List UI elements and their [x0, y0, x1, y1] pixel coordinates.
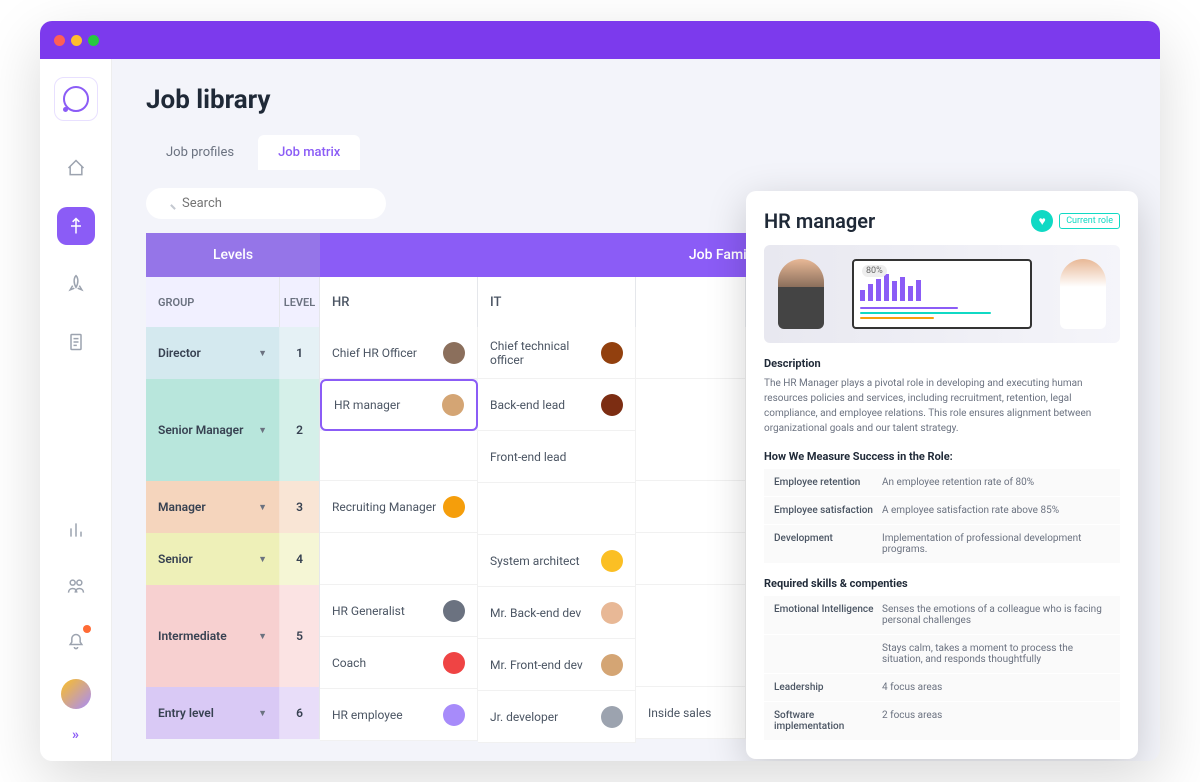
avatar-icon — [601, 654, 623, 676]
minimize-icon[interactable] — [71, 35, 82, 46]
detail-title: HR manager — [764, 209, 875, 233]
close-icon[interactable] — [54, 35, 65, 46]
skill-row: Leadership4 focus areas — [764, 674, 1120, 701]
success-metrics: Employee retentionAn employee retention … — [764, 469, 1120, 563]
level-4: 4 — [280, 533, 320, 585]
bell-icon[interactable] — [57, 623, 95, 661]
group-senior-manager[interactable]: Senior Manager▼ — [146, 379, 280, 481]
role-cto[interactable]: Chief technical officer — [478, 327, 636, 379]
role-backend-dev[interactable]: Mr. Back-end dev — [478, 587, 636, 639]
avatar-icon — [443, 496, 465, 518]
level-3: 3 — [280, 481, 320, 533]
avatar-icon — [601, 602, 623, 624]
level-5: 5 — [280, 585, 320, 687]
avatar-icon — [601, 394, 623, 416]
metric-row: Employee satisfactionA employee satisfac… — [764, 497, 1120, 524]
avatar-icon — [601, 342, 623, 364]
role-system-architect[interactable]: System architect — [478, 535, 636, 587]
chevron-down-icon: ▼ — [258, 708, 267, 719]
description-heading: Description — [764, 357, 1120, 370]
users-icon[interactable] — [57, 567, 95, 605]
level-6: 6 — [280, 687, 320, 739]
metric-row: DevelopmentImplementation of professiona… — [764, 525, 1120, 563]
tab-job-matrix[interactable]: Job matrix — [258, 135, 360, 170]
detail-image: 80% — [764, 245, 1120, 343]
document-icon[interactable] — [57, 323, 95, 361]
skills-table: Emotional IntelligenceSenses the emotion… — [764, 596, 1120, 740]
current-role-badge: Current role — [1059, 213, 1120, 229]
avatar-icon — [443, 342, 465, 364]
role-recruiting-manager[interactable]: Recruiting Manager — [320, 481, 478, 533]
role-hr-employee[interactable]: HR employee — [320, 689, 478, 741]
group-header: GROUP — [146, 277, 280, 327]
role-frontend-lead[interactable]: Front-end lead — [478, 431, 636, 483]
maximize-icon[interactable] — [88, 35, 99, 46]
role-empty[interactable] — [636, 379, 746, 481]
group-director[interactable]: Director▼ — [146, 327, 280, 379]
sidebar: » — [40, 59, 112, 761]
level-header: LEVEL — [280, 277, 320, 327]
role-empty[interactable] — [636, 533, 746, 585]
role-hr-manager[interactable]: HR manager — [320, 379, 478, 431]
role-empty[interactable] — [320, 431, 478, 481]
levels-column-header: Levels — [146, 233, 320, 277]
family-hr-header[interactable]: HR — [320, 277, 478, 327]
chevron-down-icon: ▼ — [258, 554, 267, 565]
skills-heading: Required skills & compenties — [764, 577, 1120, 590]
role-empty[interactable] — [320, 533, 478, 585]
window-titlebar — [40, 21, 1160, 59]
tab-bar: Job profiles Job matrix — [146, 135, 1126, 170]
search-input[interactable] — [146, 188, 386, 219]
role-detail-panel: HR manager ♥ Current role 80% Descriptio… — [746, 191, 1138, 759]
description-text: The HR Manager plays a pivotal role in d… — [764, 376, 1120, 436]
success-heading: How We Measure Success in the Role: — [764, 450, 1120, 463]
group-entry-level[interactable]: Entry level▼ — [146, 687, 280, 739]
role-empty[interactable] — [636, 585, 746, 687]
stats-icon[interactable] — [57, 511, 95, 549]
chevron-down-icon: ▼ — [258, 348, 267, 359]
group-senior[interactable]: Senior▼ — [146, 533, 280, 585]
window-controls — [54, 35, 99, 46]
group-manager[interactable]: Manager▼ — [146, 481, 280, 533]
role-inside-sales[interactable]: Inside sales — [636, 687, 746, 739]
expand-sidebar-icon[interactable]: » — [72, 727, 79, 743]
role-chief-hr-officer[interactable]: Chief HR Officer — [320, 327, 478, 379]
user-avatar[interactable] — [61, 679, 91, 709]
role-backend-lead[interactable]: Back-end lead — [478, 379, 636, 431]
avatar-icon — [443, 652, 465, 674]
group-intermediate[interactable]: Intermediate▼ — [146, 585, 280, 687]
role-coach[interactable]: Coach — [320, 637, 478, 689]
role-frontend-dev[interactable]: Mr. Front-end dev — [478, 639, 636, 691]
tab-job-profiles[interactable]: Job profiles — [146, 135, 254, 170]
role-empty[interactable] — [636, 481, 746, 533]
role-empty[interactable] — [478, 483, 636, 535]
app-logo[interactable] — [54, 77, 98, 121]
level-1: 1 — [280, 327, 320, 379]
skill-row: Emotional IntelligenceSenses the emotion… — [764, 596, 1120, 634]
app-window: » Job library Job profiles Job matrix Le… — [40, 21, 1160, 761]
avatar-icon — [443, 704, 465, 726]
role-empty[interactable] — [636, 327, 746, 379]
chevron-down-icon: ▼ — [258, 502, 267, 513]
avatar-icon — [601, 550, 623, 572]
avatar-icon — [601, 706, 623, 728]
heart-icon[interactable]: ♥ — [1031, 210, 1053, 232]
avatar-icon — [442, 394, 464, 416]
role-jr-developer[interactable]: Jr. developer — [478, 691, 636, 743]
chevron-down-icon: ▼ — [258, 631, 267, 642]
rocket-icon[interactable] — [57, 265, 95, 303]
search-icon — [146, 188, 386, 219]
family-extra-header[interactable] — [636, 277, 746, 327]
chevron-down-icon: ▼ — [258, 425, 267, 436]
role-hr-generalist[interactable]: HR Generalist — [320, 585, 478, 637]
page-title: Job library — [146, 85, 1126, 115]
avatar-icon — [443, 600, 465, 622]
skill-row: Software implementation2 focus areas — [764, 702, 1120, 740]
library-icon[interactable] — [57, 207, 95, 245]
skill-row: Stays calm, takes a moment to process th… — [764, 635, 1120, 673]
metric-row: Employee retentionAn employee retention … — [764, 469, 1120, 496]
family-it-header[interactable]: IT — [478, 277, 636, 327]
level-2: 2 — [280, 379, 320, 481]
home-icon[interactable] — [57, 149, 95, 187]
